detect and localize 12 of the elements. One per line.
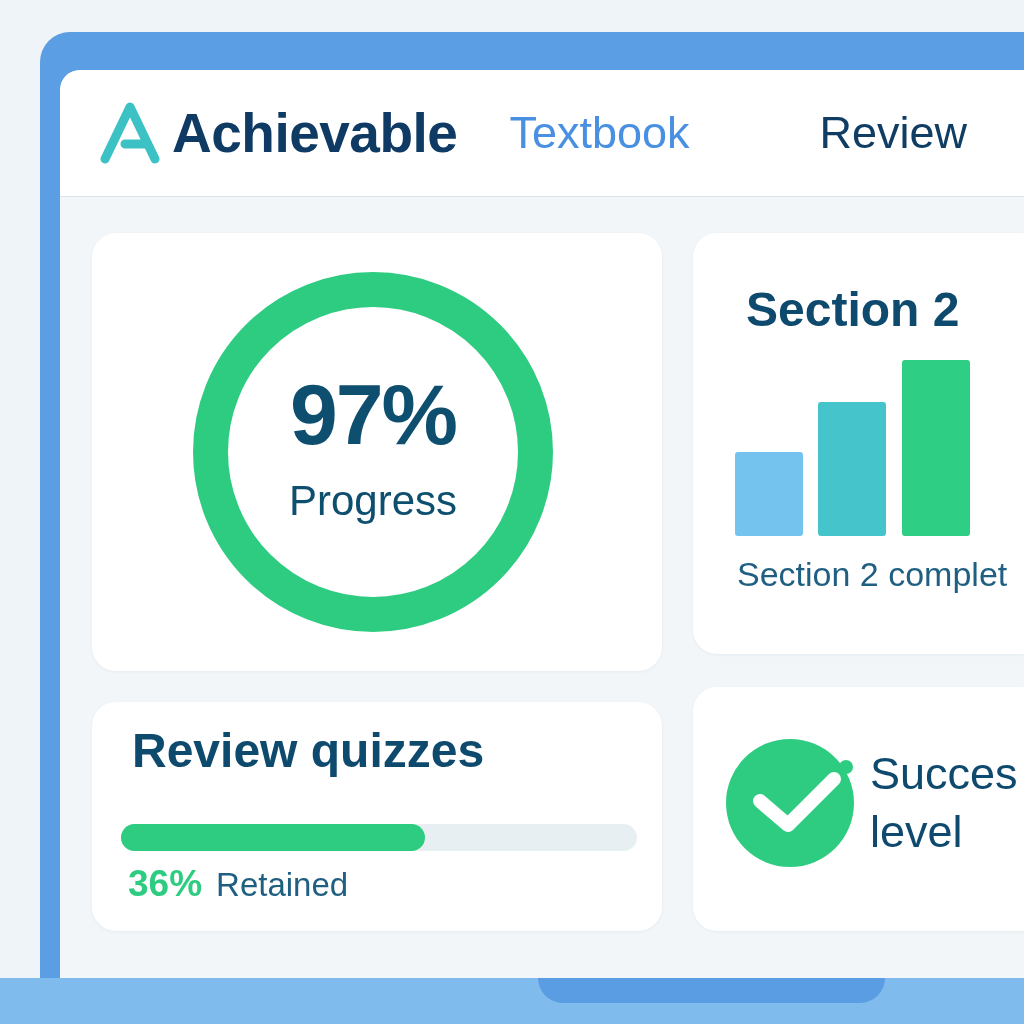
check-circle-icon: [726, 739, 854, 867]
success-level-title: Succes level: [870, 747, 1019, 859]
progress-label: Progress: [288, 476, 458, 526]
nav-tab[interactable]: Review: [813, 103, 974, 163]
brand-name: Achievable: [172, 101, 458, 165]
card-title: Section 2: [746, 282, 961, 338]
card-title: Review quizzes: [132, 723, 486, 779]
logo-icon: [100, 102, 160, 164]
retained-percentage: 36%: [128, 863, 203, 906]
progress-percentage: 97%: [289, 370, 457, 457]
section-status: Section 2 complet: [737, 554, 1009, 595]
retained-label: Retained: [216, 866, 349, 905]
